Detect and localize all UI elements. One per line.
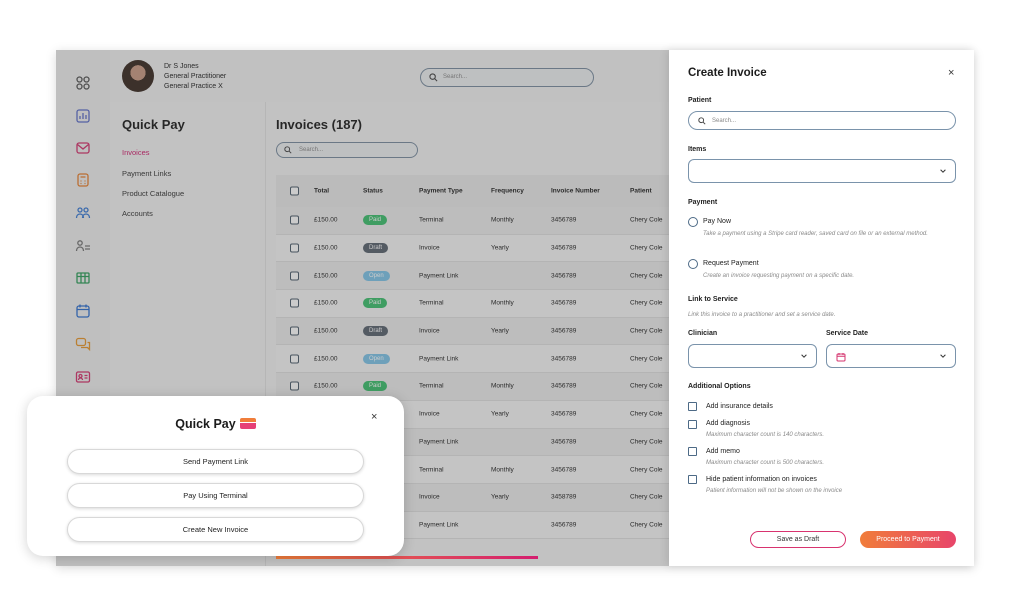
memo-option-label[interactable]: Add memo (706, 448, 740, 455)
service-date-picker[interactable] (826, 344, 956, 368)
items-label: Items (688, 146, 707, 153)
memo-hint: Maximum character count is 500 character… (706, 460, 825, 466)
diagnosis-checkbox[interactable] (688, 420, 697, 429)
pay-now-label[interactable]: Pay Now (703, 218, 731, 225)
hide-patient-hint: Patient information will not be shown on… (706, 488, 843, 494)
chevron-down-icon (940, 169, 946, 173)
patient-label: Patient (688, 97, 712, 104)
patient-search-input[interactable]: Search... (688, 111, 956, 130)
hide-patient-checkbox[interactable] (688, 475, 697, 484)
quickpay-modal: Quick Pay × Send Payment Link Pay Using … (27, 396, 404, 556)
pay-using-terminal-button[interactable]: Pay Using Terminal (67, 483, 364, 508)
create-new-invoice-button[interactable]: Create New Invoice (67, 517, 364, 542)
send-payment-link-button[interactable]: Send Payment Link (67, 449, 364, 474)
panel-title: Create Invoice (688, 67, 767, 79)
search-icon (698, 117, 706, 125)
service-date-label: Service Date (826, 330, 869, 337)
stage: Dr S Jones General Practitioner General … (0, 0, 1024, 598)
request-payment-hint: Create an invoice requesting payment on … (703, 273, 855, 279)
chevron-down-icon (940, 354, 946, 358)
pay-now-radio[interactable] (688, 217, 698, 227)
memo-checkbox[interactable] (688, 447, 697, 456)
items-select[interactable] (688, 159, 956, 183)
progress-bar (276, 556, 538, 559)
save-draft-button[interactable]: Save as Draft (750, 531, 846, 548)
clinician-label: Clinician (688, 330, 718, 337)
link-service-label: Link to Service (688, 296, 738, 303)
close-icon[interactable]: × (371, 411, 377, 423)
quickpay-modal-title: Quick Pay (175, 417, 236, 431)
hide-patient-option-label[interactable]: Hide patient information on invoices (706, 476, 817, 483)
payment-label: Payment (688, 199, 718, 206)
additional-options-label: Additional Options (688, 383, 751, 390)
diagnosis-option-label[interactable]: Add diagnosis (706, 420, 750, 427)
pay-now-hint: Take a payment using a Stripe card reade… (703, 231, 928, 237)
clinician-select[interactable] (688, 344, 817, 368)
calendar-icon (836, 353, 846, 362)
credit-card-icon (239, 418, 256, 429)
proceed-to-payment-button[interactable]: Proceed to Payment (860, 531, 956, 548)
quickpay-modal-title-row: Quick Pay (27, 417, 404, 431)
request-payment-label[interactable]: Request Payment (703, 260, 759, 267)
close-icon[interactable]: × (948, 67, 960, 79)
insurance-checkbox[interactable] (688, 402, 697, 411)
chevron-down-icon (801, 354, 807, 358)
request-payment-radio[interactable] (688, 259, 698, 269)
create-invoice-panel: Create Invoice × Patient Search... Items… (669, 50, 974, 566)
patient-search-placeholder: Search... (712, 117, 737, 124)
link-service-hint: Link this invoice to a practitioner and … (688, 312, 836, 318)
insurance-option-label[interactable]: Add insurance details (706, 403, 773, 410)
diagnosis-hint: Maximum character count is 140 character… (706, 432, 825, 438)
